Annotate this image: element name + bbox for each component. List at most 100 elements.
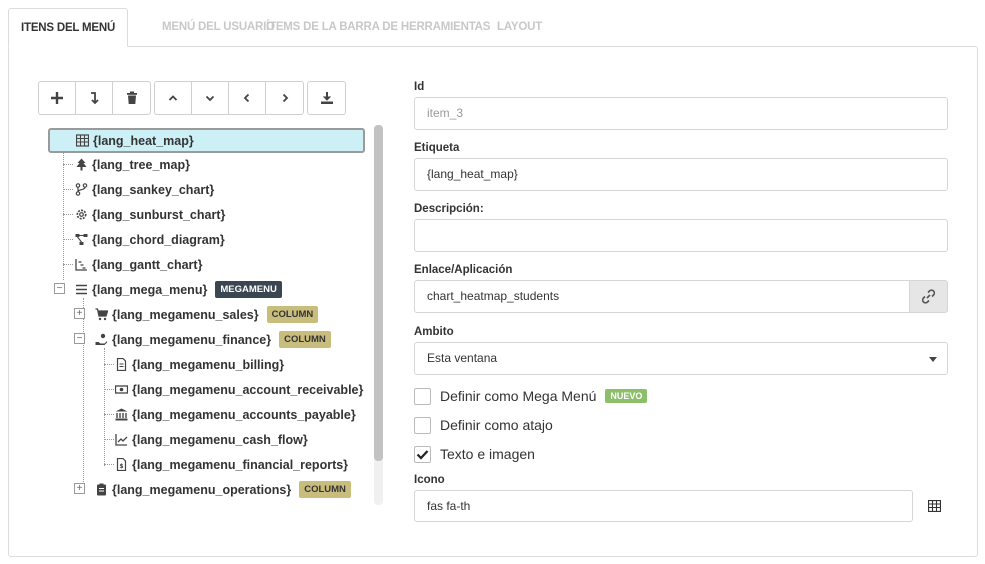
hand-coin-icon: [93, 333, 109, 347]
toolbar-group-export: [307, 81, 346, 115]
tree-item-sunburst-chart[interactable]: {lang_sunburst_chart}: [73, 202, 225, 227]
text-image-label: Texto e imagen: [440, 446, 535, 462]
ambito-label: Ambito: [414, 326, 454, 338]
column-badge: COLUMN: [266, 306, 319, 323]
enlace-label: Enlace/Aplicación: [414, 264, 513, 276]
trash-icon: [126, 91, 137, 104]
expand-toggle[interactable]: +: [74, 483, 85, 494]
collapse-toggle[interactable]: −: [54, 283, 65, 294]
link-button[interactable]: [909, 280, 948, 313]
etiqueta-label: Etiqueta: [414, 142, 460, 154]
expand-toggle[interactable]: +: [74, 308, 85, 319]
tree-item-label: {lang_tree_map}: [92, 157, 190, 172]
tree-item-label: {lang_megamenu_billing}: [132, 357, 285, 372]
project-diagram-icon: [73, 233, 89, 247]
menu-tree: {lang_heat_map} {lang_tree_map} {lang_sa…: [45, 126, 385, 506]
clipboard-icon: [93, 483, 109, 497]
icono-field[interactable]: fas fa-th: [414, 490, 913, 522]
shortcut-checkbox[interactable]: [414, 416, 431, 434]
tree-item-label: {lang_sankey_chart}: [92, 182, 215, 197]
move-down-icon: [91, 92, 99, 105]
tree-item-gantt-chart[interactable]: {lang_gantt_chart}: [73, 252, 202, 277]
id-label: Id: [414, 81, 425, 93]
tree-item-label: {lang_megamenu_operations}: [112, 482, 292, 497]
table-icon: [74, 134, 90, 148]
plus-icon: [51, 92, 63, 104]
move-up-button[interactable]: [155, 82, 192, 114]
add-subitem-button[interactable]: [76, 82, 113, 114]
svg-text:$: $: [119, 463, 123, 470]
tab-layout[interactable]: LAYOUT: [485, 8, 554, 47]
file-invoice-icon: $: [113, 458, 129, 472]
bars-icon: [73, 283, 89, 297]
tab-menu-items[interactable]: ITENS DEL MENÚ: [8, 8, 129, 47]
mega-menu-label: Definir como Mega Menú: [440, 388, 597, 404]
tree-item-label: {lang_megamenu_finance}: [112, 332, 272, 347]
download-icon: [320, 92, 333, 104]
tree-item-tree-map[interactable]: {lang_tree_map}: [73, 152, 190, 177]
checkmark-icon: [416, 449, 429, 460]
tree-item-megamenu-sales[interactable]: {lang_megamenu_sales} COLUMN: [93, 302, 319, 327]
new-badge: NUEVO: [605, 389, 648, 403]
descripcion-field[interactable]: [414, 219, 948, 252]
code-branch-icon: [73, 183, 89, 197]
text-image-checkbox-row[interactable]: Texto e imagen: [414, 444, 535, 464]
mega-menu-checkbox-row[interactable]: Definir como Mega Menú NUEVO: [414, 386, 648, 406]
tree-item-label: {lang_sunburst_chart}: [92, 207, 226, 222]
shortcut-checkbox-row[interactable]: Definir como atajo: [414, 415, 553, 435]
file-icon: [113, 358, 129, 372]
indent-button[interactable]: [266, 82, 303, 114]
cart-icon: [93, 308, 109, 322]
tree-item-mega-menu[interactable]: {lang_mega_menu} MEGAMENU: [73, 277, 282, 302]
tree-item-megamenu-finance[interactable]: {lang_megamenu_finance} COLUMN: [93, 327, 331, 352]
ambito-select[interactable]: Esta ventana: [414, 342, 948, 375]
tree-item-heat-map[interactable]: {lang_heat_map}: [48, 128, 365, 153]
delete-item-button[interactable]: [113, 82, 150, 114]
descripcion-label: Descripción:: [414, 203, 484, 215]
tab-toolbar-items[interactable]: ÍTEMS DE LA BARRA DE HERRAMIENTAS: [254, 8, 502, 47]
mega-menu-checkbox[interactable]: [414, 387, 431, 405]
tree-item-sankey-chart[interactable]: {lang_sankey_chart}: [73, 177, 214, 202]
tree-item-megamenu-account-receivable[interactable]: {lang_megamenu_account_receivable}: [113, 377, 363, 402]
caret-down-icon: [929, 357, 937, 362]
tree-item-megamenu-operations[interactable]: {lang_megamenu_operations} COLUMN: [93, 477, 351, 502]
tree-scrollbar[interactable]: [374, 125, 383, 505]
shortcut-label: Definir como atajo: [440, 417, 553, 433]
add-item-button[interactable]: [39, 82, 76, 114]
tree-item-label: {lang_gantt_chart}: [92, 257, 203, 272]
chevron-down-icon: [205, 95, 215, 102]
tree-item-label: {lang_heat_map}: [93, 133, 194, 148]
bank-icon: [113, 408, 129, 422]
icon-picker-button[interactable]: [925, 498, 943, 514]
column-badge: COLUMN: [299, 481, 351, 498]
chevron-up-icon: [168, 95, 178, 101]
text-image-checkbox[interactable]: [414, 445, 431, 463]
tree-item-chord-diagram[interactable]: {lang_chord_diagram}: [73, 227, 225, 252]
tree-item-megamenu-cash-flow[interactable]: {lang_megamenu_cash_flow}: [113, 427, 308, 452]
outdent-button[interactable]: [229, 82, 266, 114]
ambito-value: Esta ventana: [427, 351, 498, 365]
tree-item-label: {lang_megamenu_financial_reports}: [132, 457, 349, 472]
tree-item-megamenu-financial-reports[interactable]: $ {lang_megamenu_financial_reports}: [113, 452, 348, 477]
tab-bar: ITENS DEL MENÚ MENÚ DEL USUARIO ÍTEMS DE…: [8, 8, 978, 47]
icono-label: Icono: [414, 474, 445, 486]
id-field: item_3: [414, 97, 948, 130]
move-down-button[interactable]: [192, 82, 229, 114]
money-bill-icon: [113, 383, 129, 397]
chart-line-icon: [113, 433, 129, 447]
enlace-field[interactable]: chart_heatmap_students: [414, 280, 910, 313]
toolbar-group-move: [154, 81, 304, 115]
tree-item-megamenu-billing[interactable]: {lang_megamenu_billing}: [113, 352, 284, 377]
toolbar-group-edit: [38, 81, 151, 115]
tree-item-megamenu-accounts-payable[interactable]: {lang_megamenu_accounts_payable}: [113, 402, 356, 427]
download-button[interactable]: [308, 82, 345, 114]
tree-item-label: {lang_megamenu_sales}: [112, 307, 259, 322]
tree-item-label: {lang_mega_menu}: [92, 282, 208, 297]
collapse-toggle[interactable]: −: [74, 333, 85, 344]
chevron-left-icon: [243, 93, 250, 103]
scrollbar-thumb[interactable]: [374, 125, 383, 461]
chevron-right-icon: [282, 93, 288, 103]
tree-item-label: {lang_megamenu_account_receivable}: [132, 382, 364, 397]
etiqueta-field[interactable]: {lang_heat_map}: [414, 158, 948, 191]
megamenu-badge: MEGAMENU: [215, 281, 282, 298]
